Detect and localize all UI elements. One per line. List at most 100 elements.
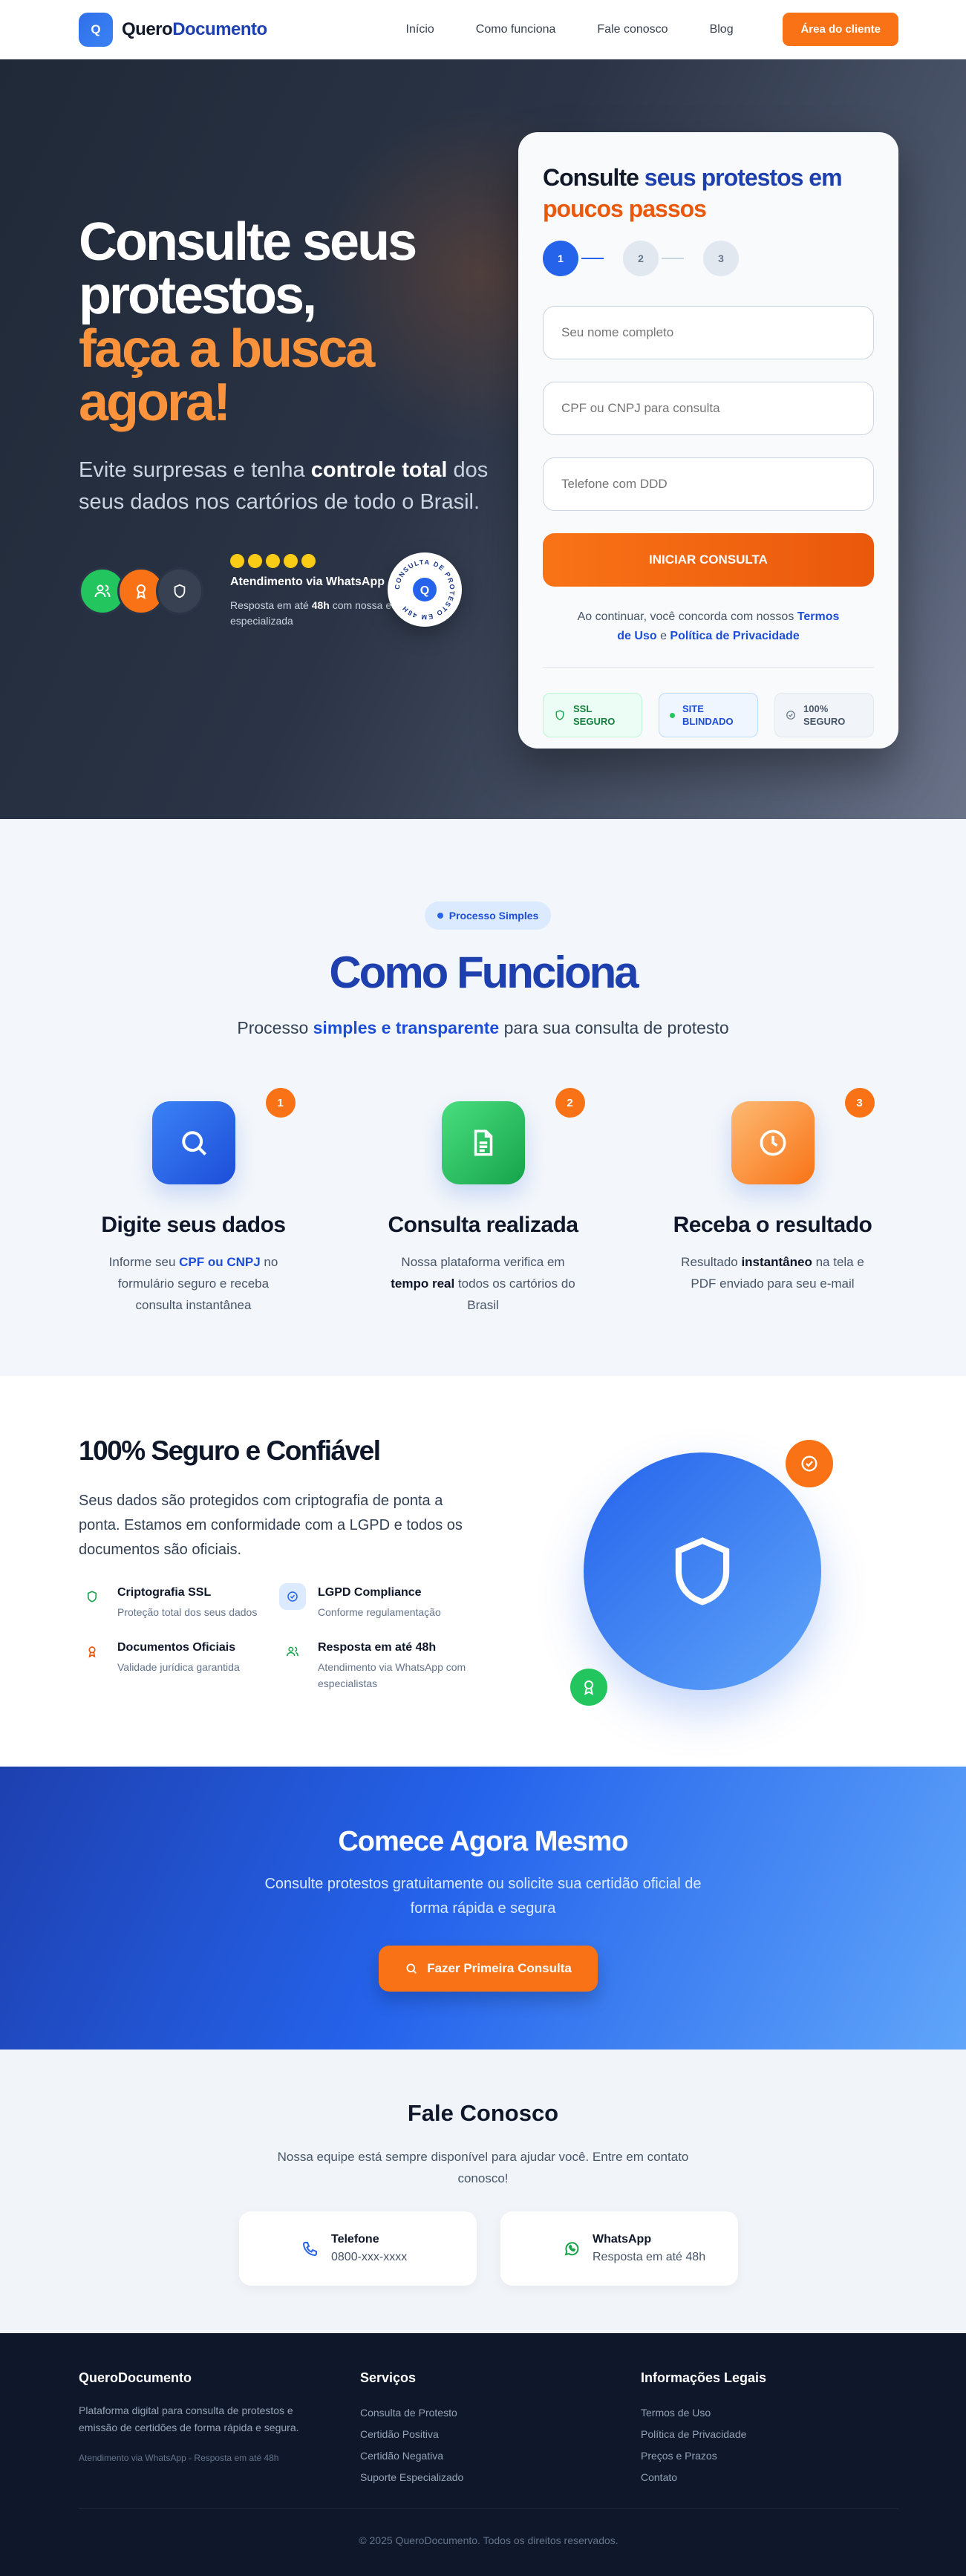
brand[interactable]: Q QueroDocumento <box>79 12 267 47</box>
hero-left: Consulte seus protestos, faça a busca ag… <box>79 215 495 627</box>
security-desc: Seus dados são protegidos com criptograf… <box>79 1493 463 1558</box>
step-3: 3 <box>703 241 739 276</box>
process-pill: Processo Simples <box>425 901 551 930</box>
hero-title-line3: faça a busca <box>79 319 375 379</box>
hero-title: Consulte seus protestos, faça a busca ag… <box>79 215 495 429</box>
footer-link-precos[interactable]: Preços e Prazos <box>641 2445 864 2467</box>
security-left: 100% Seguro e Confiável Seus dados são p… <box>79 1435 480 1692</box>
award-icon <box>79 1638 105 1665</box>
how-step-desc-pre: Informe seu <box>108 1255 180 1269</box>
start-consulta-button[interactable]: INICIAR CONSULTA <box>543 533 874 587</box>
brand-logo: Q <box>79 12 113 47</box>
users-icon <box>279 1638 306 1665</box>
secure-badge-line2: SEGURO <box>803 716 846 727</box>
step-connector <box>662 258 684 259</box>
phone-input[interactable] <box>543 457 874 511</box>
first-consulta-button[interactable]: Fazer Primeira Consulta <box>379 1946 598 1992</box>
contact-subtitle: Nossa equipe está sempre disponível para… <box>277 2150 689 2185</box>
feature-title: LGPD Compliance <box>318 1586 422 1599</box>
contact-title: Fale Conosco <box>407 2100 559 2126</box>
secure-badge-line1: 100% <box>803 703 829 714</box>
form-title-mid: em <box>803 164 842 191</box>
search-icon <box>151 1101 235 1184</box>
client-area-button[interactable]: Área do cliente <box>783 13 898 46</box>
star-icon <box>284 553 298 568</box>
how-step-1: 1 Digite seus dados Informe seu CPF ou C… <box>49 1088 339 1316</box>
feature-lgpd: LGPD Compliance Conforme regulamentação <box>279 1583 480 1620</box>
nav-links: Início Como funciona Fale conosco Blog <box>406 23 734 36</box>
footer-link-suporte[interactable]: Suporte Especializado <box>360 2467 583 2488</box>
footer-link-consulta[interactable]: Consulta de Protesto <box>360 2402 583 2424</box>
how-step-desc-bold: instantâneo <box>741 1255 812 1269</box>
how-step-title: Consulta realizada <box>388 1213 578 1237</box>
form-divider <box>543 667 874 668</box>
phone-card[interactable]: Telefone 0800-xxx-xxxx <box>239 2211 477 2286</box>
feature-desc: Conforme regulamentação <box>318 1606 441 1618</box>
top-navbar: Q QueroDocumento Início Como funciona Fa… <box>0 0 966 59</box>
cpf-cnpj-input[interactable] <box>543 382 874 435</box>
star-icon <box>266 553 280 568</box>
footer-brand-desc: Plataforma digital para consulta de prot… <box>79 2404 299 2433</box>
footer-link-contato[interactable]: Contato <box>641 2467 864 2488</box>
nav-link-fale-conosco[interactable]: Fale conosco <box>597 23 668 36</box>
consulta-form-card: Consulte seus protestos em poucos passos… <box>518 132 898 749</box>
nav-link-blog[interactable]: Blog <box>710 23 734 36</box>
star-icon <box>301 553 316 568</box>
footer: QueroDocumento Plataforma digital para c… <box>0 2333 966 2576</box>
whatsapp-card[interactable]: WhatsApp Resposta em até 48h <box>500 2211 738 2286</box>
footer-link-positiva[interactable]: Certidão Positiva <box>360 2424 583 2445</box>
check-circle-icon <box>279 1583 306 1610</box>
how-sub-post: para sua consulta de protesto <box>499 1018 729 1037</box>
brand-name-prefix: Quero <box>122 19 173 39</box>
terms-text: Ao continuar, você concorda com nossos T… <box>543 607 874 646</box>
whatsapp-icon <box>564 2242 579 2256</box>
how-step-desc: Nossa plataforma verifica em tempo real … <box>339 1251 628 1316</box>
blindado-badge-line2: BLINDADO <box>682 716 734 727</box>
trust-desc-bold: 48h <box>311 599 330 611</box>
hero-subtitle: Evite surpresas e tenha controle total d… <box>79 454 495 518</box>
nav-link-inicio[interactable]: Início <box>406 23 434 36</box>
step-number-badge: 1 <box>265 1088 296 1118</box>
privacy-link[interactable]: Política de Privacidade <box>670 630 799 642</box>
shield-icon <box>79 1583 105 1610</box>
contact-value: Resposta em até 48h <box>593 2251 706 2263</box>
step-connector <box>581 258 604 259</box>
ssl-badge-line2: SEGURO <box>573 716 616 727</box>
contact-value: 0800-xxx-xxxx <box>331 2251 408 2263</box>
footer-legal-title: Informações Legais <box>641 2370 767 2385</box>
feature-title: Documentos Oficiais <box>117 1641 236 1654</box>
footer-link-negativa[interactable]: Certidão Negativa <box>360 2445 583 2467</box>
hero-section: Consulte seus protestos, faça a busca ag… <box>0 59 966 819</box>
footer-copyright: © 2025 QueroDocumento. Todos os direitos… <box>79 2508 898 2546</box>
feature-desc: Proteção total dos seus dados <box>117 1606 258 1618</box>
form-title-orange: poucos passos <box>543 195 707 222</box>
footer-brand-small: Atendimento via WhatsApp - Resposta em a… <box>79 2453 279 2463</box>
footer-link-privacidade[interactable]: Política de Privacidade <box>641 2424 864 2445</box>
brand-name: QueroDocumento <box>122 19 267 40</box>
how-it-works-section: Processo Simples Como Funciona Processo … <box>0 819 966 1376</box>
site-blindado-badge: SITE BLINDADO <box>659 693 758 737</box>
ssl-badge: SSL SEGURO <box>543 693 642 737</box>
footer-brand-col: QueroDocumento Plataforma digital para c… <box>79 2370 331 2467</box>
nav-link-como-funciona[interactable]: Como funciona <box>476 23 556 36</box>
first-consulta-label: Fazer Primeira Consulta <box>427 1961 572 1975</box>
feature-desc: Validade jurídica garantida <box>117 1661 240 1673</box>
check-circle-icon <box>786 711 795 720</box>
document-icon <box>441 1101 525 1184</box>
contact-name: Telefone <box>331 2233 379 2246</box>
feature-ssl: Criptografia SSL Proteção total dos seus … <box>79 1583 279 1620</box>
cta-section: Comece Agora Mesmo Consulte protestos gr… <box>0 1767 966 2050</box>
how-step-3: 3 Receba o resultado Resultado instantân… <box>628 1088 918 1316</box>
protest-seal: CONSULTA DE PROTESTO EM 48H Q <box>388 552 462 627</box>
search-icon <box>406 1963 417 1975</box>
feature-title: Criptografia SSL <box>117 1586 212 1599</box>
how-sub-pre: Processo <box>237 1018 313 1037</box>
security-illustration <box>584 1452 821 1690</box>
how-sub-bold: simples e transparente <box>313 1018 500 1037</box>
how-step-title: Digite seus dados <box>101 1213 286 1237</box>
blindado-badge-line1: SITE <box>682 703 704 714</box>
name-input[interactable] <box>543 306 874 359</box>
footer-link-termos[interactable]: Termos de Uso <box>641 2402 864 2424</box>
clock-icon <box>731 1101 815 1184</box>
how-step-title: Receba o resultado <box>673 1213 872 1237</box>
